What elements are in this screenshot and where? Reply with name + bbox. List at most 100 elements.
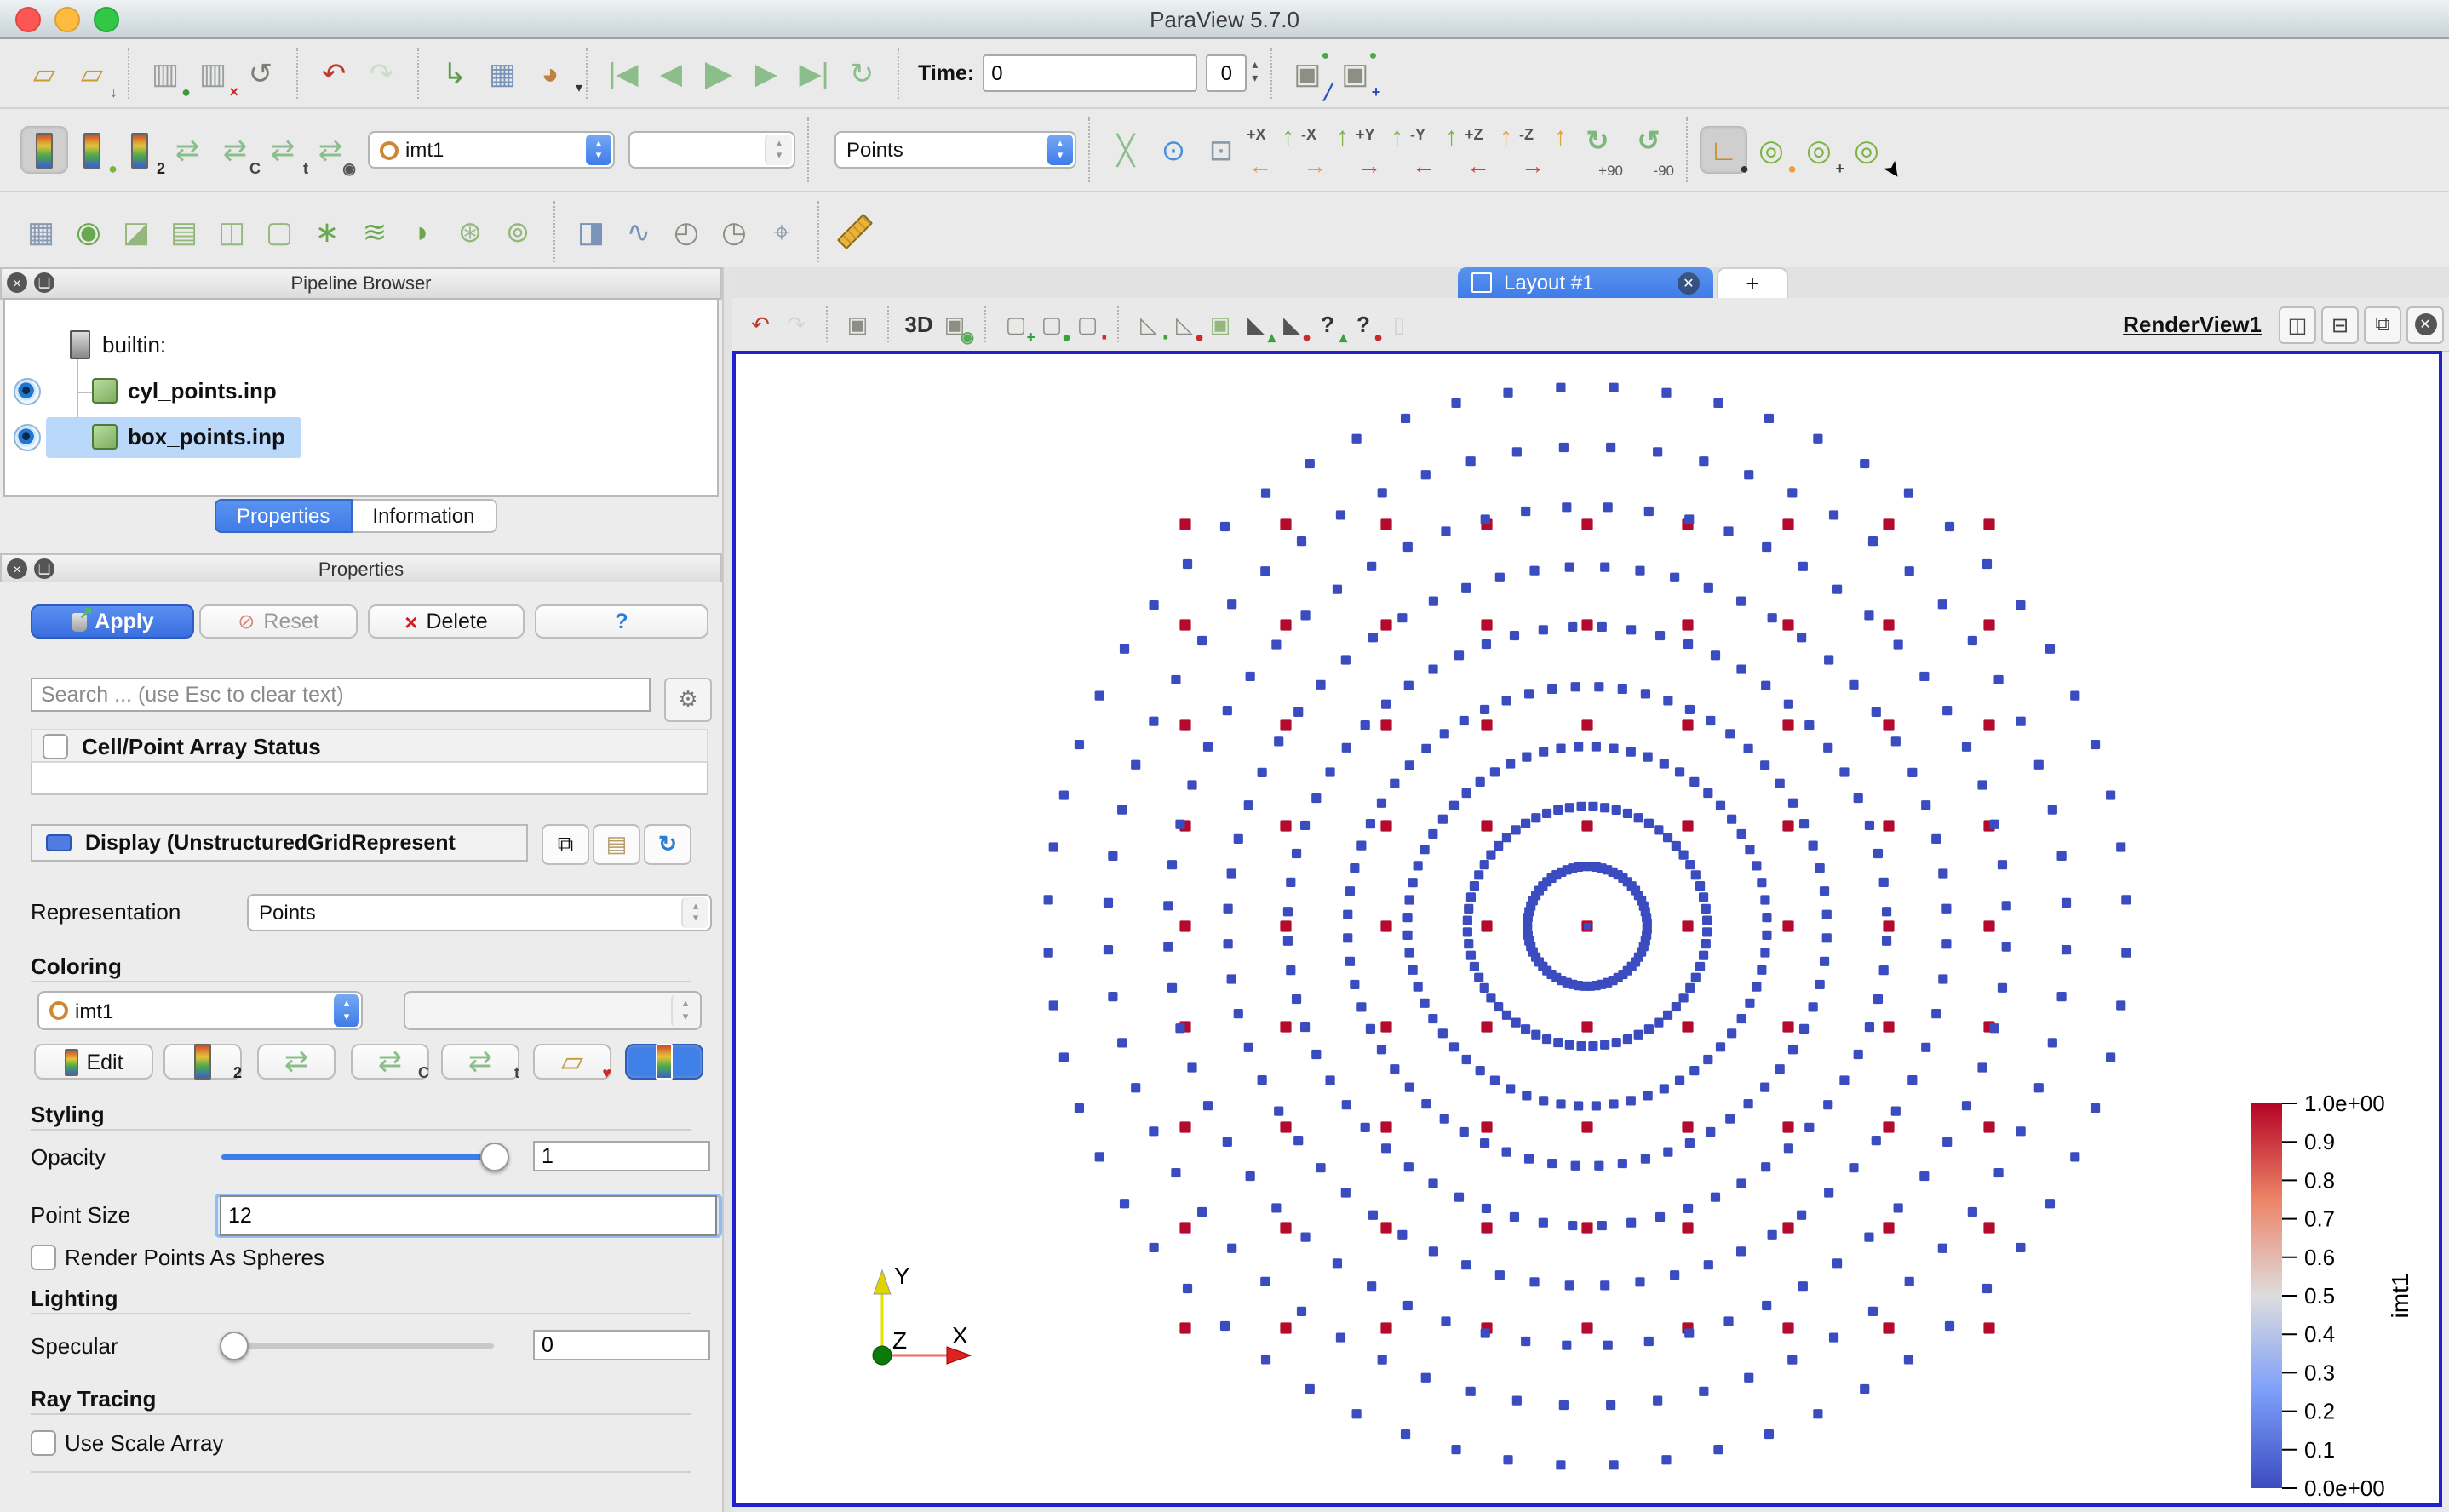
color-array-combobox[interactable]: imt1 ▴▾ — [37, 991, 363, 1030]
array-status-checkbox[interactable] — [43, 733, 68, 759]
slice-icon[interactable]: ▤ — [160, 208, 208, 255]
warp-by-vector-icon[interactable]: ◗ — [399, 208, 446, 255]
toggle-interaction-mode-icon[interactable]: 3D — [901, 306, 937, 342]
opacity-slider-knob[interactable] — [480, 1143, 509, 1171]
vcr-first-frame-icon[interactable]: |◀ — [599, 49, 647, 97]
reset-button[interactable]: ⊘ Reset — [199, 604, 358, 639]
undo-icon[interactable]: ↶ — [310, 49, 358, 97]
interactive-select-cells-icon[interactable]: ◣▴ — [1238, 306, 1274, 342]
show-center-of-rotation-icon[interactable]: ◎● — [1747, 126, 1795, 174]
delete-button[interactable]: × Delete — [368, 604, 525, 639]
opacity-field[interactable] — [533, 1141, 710, 1171]
search-input[interactable] — [31, 678, 651, 712]
pipeline-tree[interactable]: builtin:cyl_points.inpbox_points.inp — [3, 298, 719, 497]
camera-add-icon[interactable]: ▣+● — [1331, 49, 1379, 97]
split-vertical-button[interactable]: ⊟ — [2321, 306, 2359, 343]
representation-combobox[interactable]: Points▴▾ — [834, 131, 1076, 169]
undock-panel-icon[interactable]: ❑ — [34, 558, 54, 579]
camera-minus-y-button[interactable]: -Y↑← — [1408, 124, 1463, 175]
plot-over-line-icon[interactable]: ∿ — [615, 208, 662, 255]
disconnect-server-icon[interactable]: ▥× — [189, 49, 237, 97]
group-datasets-icon[interactable]: ⊛ — [446, 208, 494, 255]
time-value-field[interactable] — [983, 54, 1197, 92]
probe-location-icon[interactable]: ⌖ — [758, 208, 806, 255]
hover-points-icon[interactable]: ?● — [1345, 306, 1381, 342]
save-data-icon[interactable]: ▱↓ — [68, 49, 116, 97]
edit-color-map-button[interactable]: Edit — [34, 1044, 153, 1080]
display-section-header[interactable]: Display (UnstructuredGridRepresent — [31, 824, 528, 862]
rotate-90-cw-icon[interactable]: ↻+90 — [1572, 124, 1623, 175]
find-data-icon[interactable]: ▦ — [479, 49, 526, 97]
select-block-icon[interactable]: ▣ — [1202, 306, 1238, 342]
array-status-header[interactable]: Cell/Point Array Status — [31, 729, 708, 763]
close-panel-icon[interactable]: × — [7, 558, 27, 579]
select-points-on-icon[interactable]: ▢● — [1034, 306, 1070, 342]
undock-panel-icon[interactable]: ❑ — [34, 272, 54, 293]
close-panel-icon[interactable]: × — [7, 272, 27, 293]
camera-plus-x-button[interactable]: +X↑← — [1245, 124, 1299, 175]
rescale-to-data-range-icon[interactable]: 2 — [116, 126, 163, 174]
rescale-to-visible-range-icon[interactable]: ⇄◉ — [307, 126, 354, 174]
zoom-to-box-icon[interactable]: ⊡ — [1197, 126, 1245, 174]
contour-icon[interactable]: ◉ — [65, 208, 112, 255]
rescale-to-custom-range-icon[interactable]: ⇄ — [163, 126, 211, 174]
close-window-button[interactable] — [15, 7, 41, 32]
paste-display-properties-icon[interactable]: ▤ — [593, 824, 640, 865]
camera-minus-x-button[interactable]: -X↑→ — [1299, 124, 1354, 175]
toggle-orientation-axes-icon[interactable]: ∟● — [1700, 126, 1747, 174]
adjust-camera-icon[interactable]: ▣◉ — [937, 306, 972, 342]
collapse-section-icon[interactable] — [46, 834, 72, 851]
specular-field[interactable] — [533, 1330, 710, 1360]
edit-color-map-icon[interactable]: ● — [68, 126, 116, 174]
measure-icon[interactable] — [831, 208, 879, 255]
visibility-eye-icon[interactable] — [14, 377, 41, 404]
extract-subset-icon[interactable]: ▢ — [255, 208, 303, 255]
interactive-select-points-icon[interactable]: ◣● — [1274, 306, 1310, 342]
capture-screenshot-icon[interactable]: ▣ — [840, 306, 875, 342]
split-horizontal-button[interactable]: ◫ — [2279, 306, 2316, 343]
clip-icon[interactable]: ◪ — [112, 208, 160, 255]
frame-spinner[interactable]: ▴▾ — [1252, 60, 1258, 87]
add-layout-tab[interactable]: + — [1717, 267, 1788, 298]
pipeline-item-cyl-points-inp[interactable]: cyl_points.inp — [5, 369, 717, 412]
rescale-over-time-button[interactable]: ⇄t — [441, 1044, 519, 1080]
camera-redo-icon[interactable]: ↷ — [778, 306, 814, 342]
threshold-icon[interactable]: ◫ — [208, 208, 255, 255]
opacity-slider[interactable] — [221, 1143, 494, 1170]
rescale-to-data-range-button[interactable]: 2 — [163, 1044, 242, 1080]
tab-information[interactable]: Information — [352, 499, 496, 533]
select-cells-on-icon[interactable]: ▢+ — [998, 306, 1034, 342]
select-points-polygon-icon[interactable]: ◺● — [1167, 306, 1202, 342]
extract-selection-icon[interactable]: ◨ — [567, 208, 615, 255]
reload-display-properties-icon[interactable]: ↻ — [644, 824, 691, 865]
layout-tab[interactable]: Layout #1 ✕ — [1458, 267, 1713, 298]
help-button[interactable]: ? — [535, 604, 708, 639]
vcr-loop-icon[interactable]: ↻ — [838, 49, 886, 97]
reset-session-icon[interactable]: ↺ — [237, 49, 284, 97]
select-frustum-cells-icon[interactable]: ▢▪ — [1070, 306, 1105, 342]
rescale-over-time-icon[interactable]: ⇄t — [259, 126, 307, 174]
component-combobox[interactable]: ▴▾ — [404, 991, 702, 1030]
plot-selection-over-time-icon[interactable]: ◷ — [710, 208, 758, 255]
pick-center-of-rotation-icon[interactable]: ◎+ — [1795, 126, 1843, 174]
camera-undo-icon[interactable]: ↶ — [743, 306, 778, 342]
copy-display-properties-icon[interactable]: ⧉ — [542, 824, 589, 865]
detach-view-button[interactable]: ⧉ — [2364, 306, 2401, 343]
visibility-eye-icon[interactable] — [14, 423, 41, 450]
vcr-last-frame-icon[interactable]: ▶| — [790, 49, 838, 97]
auto-apply-icon[interactable]: ↳ — [431, 49, 479, 97]
choose-preset-button[interactable]: ▱♥ — [533, 1044, 611, 1080]
reset-camera-icon[interactable]: ╳ — [1102, 126, 1150, 174]
rescale-to-temporal-range-icon[interactable]: ⇄C — [211, 126, 259, 174]
specular-slider[interactable] — [221, 1332, 494, 1359]
connect-server-icon[interactable]: ▥● — [141, 49, 189, 97]
search-options-gear-icon[interactable]: ⚙ — [664, 678, 712, 722]
camera-minus-z-button[interactable]: -Z↑→ — [1517, 124, 1572, 175]
rescale-to-temporal-range-button[interactable]: ⇄C — [351, 1044, 429, 1080]
use-scale-array-checkbox[interactable] — [31, 1430, 56, 1456]
hover-cells-icon[interactable]: ?▴ — [1310, 306, 1345, 342]
pipeline-item-builtin[interactable]: builtin: — [5, 324, 717, 366]
show-scalar-bar-button[interactable] — [625, 1044, 703, 1080]
open-file-icon[interactable]: ▱ — [20, 49, 68, 97]
stream-tracer-icon[interactable]: ≋ — [351, 208, 399, 255]
